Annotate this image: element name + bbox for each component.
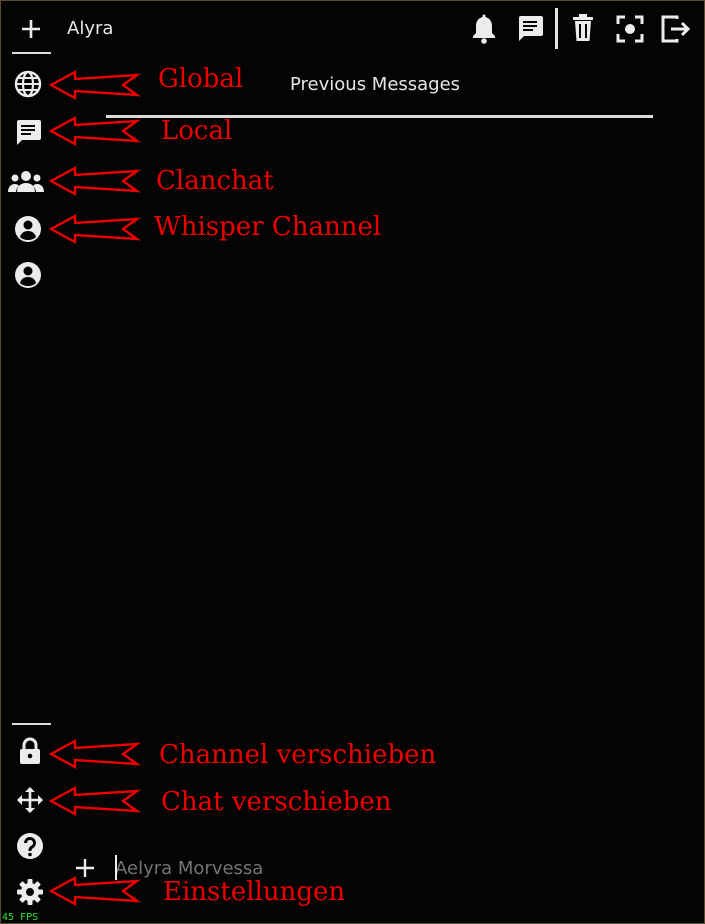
arrow-left-icon: [49, 165, 141, 197]
chat-bubble-icon[interactable]: [13, 117, 43, 147]
gear-icon[interactable]: [15, 877, 45, 907]
logout-icon[interactable]: [659, 13, 693, 45]
help-icon[interactable]: [15, 831, 45, 861]
user-circle-icon[interactable]: [13, 215, 43, 243]
annotation-global: Global: [158, 64, 244, 94]
previous-messages-link[interactable]: Previous Messages: [290, 74, 460, 95]
active-tab-underline: [12, 52, 51, 54]
annotation-whisper: Whisper Channel: [154, 212, 382, 242]
annotation-channel-move: Channel verschieben: [159, 740, 437, 770]
annotation-chat-move: Chat verschieben: [161, 787, 392, 817]
arrow-left-icon: [49, 875, 141, 907]
screenshot-icon[interactable]: [615, 14, 645, 44]
arrow-left-icon: [49, 69, 141, 101]
arrow-left-icon: [49, 785, 141, 817]
arrow-left-icon: [49, 115, 141, 147]
lock-icon[interactable]: [17, 736, 43, 766]
fps-counter: 45 FPS: [2, 912, 39, 923]
arrow-left-icon: [49, 738, 141, 770]
toolbar-divider: [555, 8, 558, 49]
annotation-local: Local: [161, 116, 233, 146]
chat-window: Alyra Previous Messages Aelyra Morvessa …: [0, 0, 705, 924]
add-tab-icon[interactable]: [18, 16, 44, 42]
trash-icon[interactable]: [569, 13, 597, 43]
annotation-clanchat: Clanchat: [156, 166, 274, 196]
sidebar-divider: [12, 723, 51, 725]
arrow-left-icon: [49, 213, 141, 245]
user-circle-icon[interactable]: [13, 261, 43, 289]
chat-icon[interactable]: [514, 13, 546, 43]
move-icon[interactable]: [15, 785, 45, 815]
globe-icon[interactable]: [13, 70, 43, 98]
tab-name[interactable]: Alyra: [67, 18, 113, 39]
bell-icon[interactable]: [469, 13, 499, 45]
annotation-settings: Einstellungen: [163, 877, 346, 907]
group-icon[interactable]: [7, 169, 45, 193]
